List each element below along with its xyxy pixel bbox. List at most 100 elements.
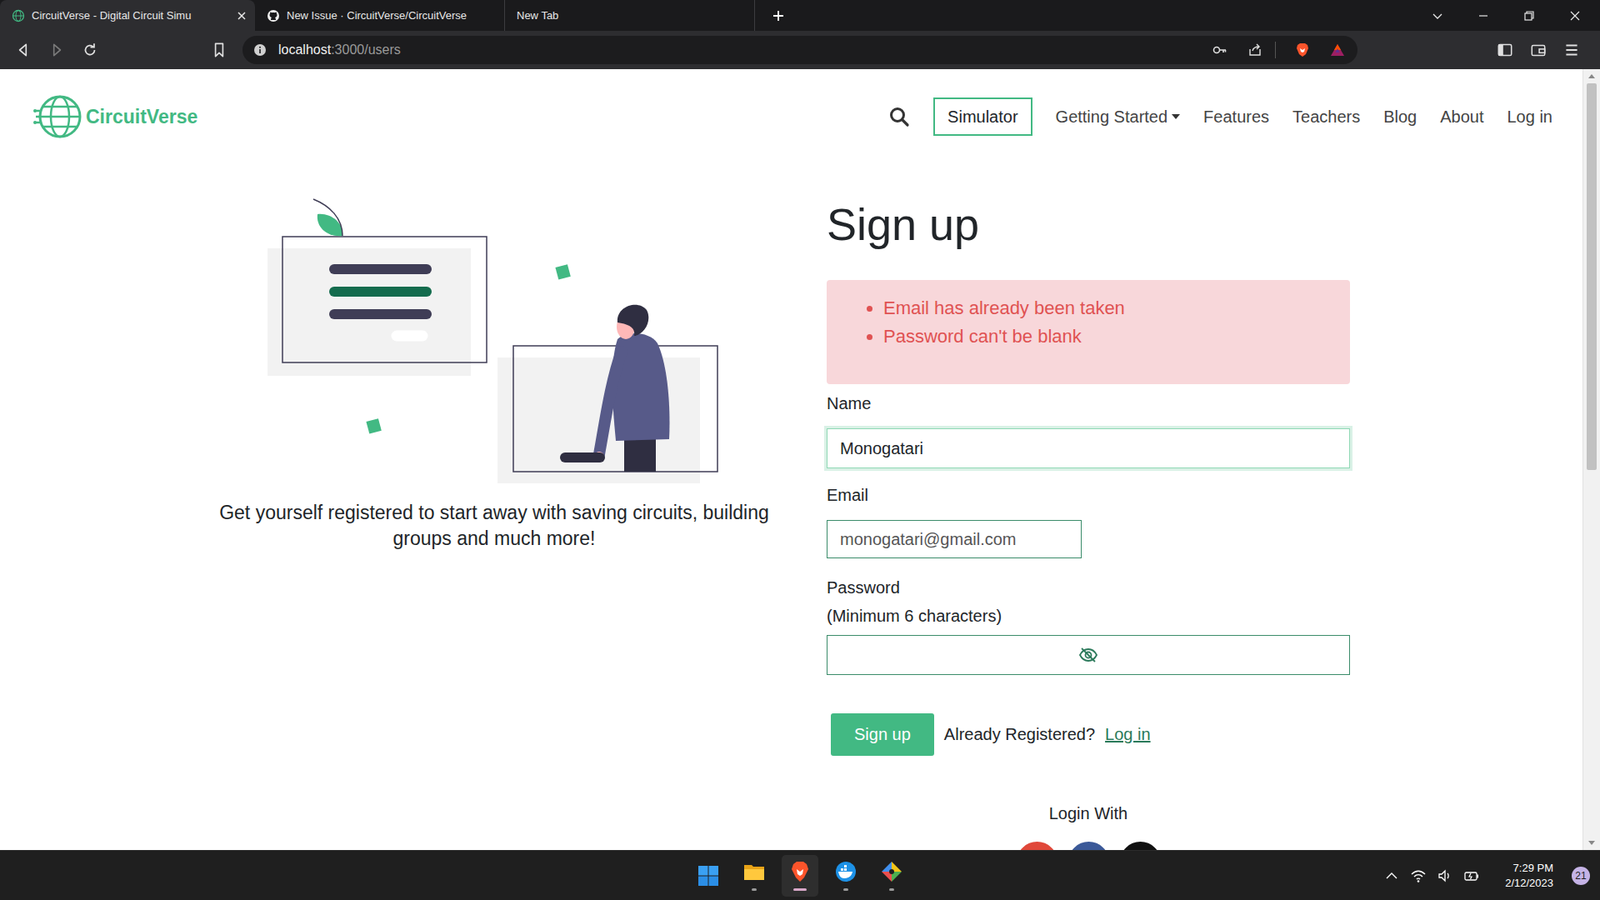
close-tab-icon[interactable] (236, 10, 247, 21)
social-login-button[interactable] (1120, 841, 1161, 850)
signup-section: Get yourself registered to start away wi… (0, 164, 1583, 850)
tab-strip-spacer (785, 0, 1431, 31)
site-info-icon[interactable] (253, 43, 267, 57)
taskbar: 7:29 PM2/12/2023 21 (0, 850, 1600, 900)
page: CircuitVerse Simulator Getting Started Feat… (0, 69, 1583, 850)
screen: CircuitVerse - Digital Circuit Simu New I… (0, 0, 1600, 900)
error-alert: Email has already been takenPassword can… (826, 280, 1350, 385)
menu-icon[interactable] (1557, 40, 1586, 60)
nav-link[interactable]: Features (1203, 107, 1270, 127)
nav-link[interactable]: Log in (1507, 107, 1554, 127)
text-input[interactable]: Monogatari (826, 428, 1350, 469)
tab-strip: CircuitVerse - Digital Circuit Simu New I… (0, 0, 1600, 31)
browser-tab[interactable]: CircuitVerse - Digital Circuit Simu (0, 0, 255, 31)
github-favicon-icon (266, 9, 280, 23)
nav-link[interactable]: Blog (1383, 107, 1417, 127)
volume-icon[interactable] (1436, 867, 1454, 885)
page-viewport: CircuitVerse Simulator Getting Started Feat… (0, 69, 1600, 850)
close-window-icon[interactable] (1568, 9, 1582, 23)
scrollbar-thumb[interactable] (1586, 83, 1597, 470)
social-login: Login With (826, 803, 1350, 850)
hero: Get yourself registered to start away wi… (194, 197, 795, 552)
signup-button[interactable]: Sign up (830, 713, 935, 756)
nav-link[interactable]: Getting Started (1055, 107, 1181, 127)
reload-icon[interactable] (75, 40, 105, 60)
tagline: Get yourself registered to start away wi… (194, 500, 795, 552)
brave-rewards-icon[interactable] (1329, 41, 1346, 59)
new-tab-icon[interactable] (771, 9, 785, 23)
running-indicator (751, 888, 757, 891)
back-icon[interactable] (9, 40, 38, 60)
nav-link[interactable]: About (1440, 107, 1484, 127)
file-explorer-button[interactable] (735, 855, 773, 897)
form-actions: Sign up Already Registered? Log in (826, 713, 1350, 756)
restore-icon[interactable] (1522, 9, 1536, 23)
form-title: Sign up (826, 197, 1350, 252)
taskbar-apps (0, 855, 910, 897)
start-button[interactable] (690, 855, 727, 897)
text-input[interactable] (826, 635, 1350, 675)
form-field: Password(Minimum 6 characters) (826, 573, 1350, 675)
eye-slash-icon[interactable] (1078, 645, 1099, 665)
nav-links: Simulator Getting Started Features Teachers… (888, 97, 1553, 136)
field-label: Name (826, 391, 871, 415)
wallet-icon[interactable] (1524, 40, 1553, 60)
tab-search-icon[interactable] (1430, 9, 1445, 23)
battery-icon[interactable] (1463, 867, 1480, 885)
active-indicator (793, 888, 807, 891)
simulator-button[interactable]: Simulator (933, 97, 1032, 136)
navbar: CircuitVerse Simulator Getting Started Feat… (0, 69, 1583, 165)
input-value: monogatari@gmail.com (840, 530, 1017, 550)
nav-link[interactable]: Teachers (1292, 107, 1360, 127)
share-icon[interactable] (1246, 41, 1264, 59)
logo-text: CircuitVerse (85, 105, 198, 129)
scroll-down-icon[interactable] (1588, 840, 1595, 845)
dropdown-caret-icon (1171, 114, 1180, 120)
input-value: Monogatari (840, 439, 924, 459)
brave-icon (788, 860, 812, 884)
login-link[interactable]: Log in (1105, 725, 1151, 745)
signup-illustration (267, 197, 722, 485)
social-login-button[interactable] (1016, 841, 1058, 850)
login-prompt: Already Registered? (944, 725, 1095, 745)
scrollbar[interactable] (1582, 69, 1600, 850)
error-item: Password can't be blank (883, 322, 1330, 351)
running-indicator (889, 888, 895, 891)
windows-icon (696, 864, 720, 888)
url-host: localhost (278, 42, 331, 57)
url-path: :3000/users (330, 42, 401, 57)
circuitverse-favicon-icon (11, 9, 25, 23)
tab-title: CircuitVerse - Digital Circuit Simu (31, 9, 230, 22)
address-bar[interactable]: localhost:3000/users (242, 35, 1358, 65)
clock-time: 7:29 PM (1513, 860, 1554, 876)
minimize-icon[interactable] (1476, 9, 1490, 23)
social-login-button[interactable] (1068, 841, 1110, 850)
bookmark-icon[interactable] (205, 40, 234, 60)
sidebar-icon[interactable] (1490, 40, 1520, 60)
scroll-up-icon[interactable] (1588, 74, 1595, 79)
logo[interactable]: CircuitVerse (32, 90, 198, 143)
docker-button[interactable] (827, 855, 865, 897)
brave-button[interactable] (781, 855, 819, 897)
brave-shields-icon[interactable] (1294, 41, 1311, 59)
error-item: Email has already been taken (883, 294, 1330, 323)
notification-badge[interactable]: 21 (1571, 866, 1590, 885)
text-input[interactable]: monogatari@gmail.com (826, 520, 1082, 559)
field-hint: (Minimum 6 characters) (826, 601, 1002, 630)
url-text: localhost:3000/users (278, 42, 1194, 58)
tab-title: New Tab (516, 9, 746, 22)
browser-tab[interactable]: New Tab (505, 0, 755, 31)
chevron-up-icon[interactable] (1383, 867, 1400, 885)
browser-tab[interactable]: New Issue · CircuitVerse/CircuitVerse (255, 0, 505, 31)
system-tray: 7:29 PM2/12/2023 21 (1383, 860, 1600, 891)
circuit-globe-icon (32, 90, 85, 143)
key-icon[interactable] (1211, 41, 1229, 59)
search-icon[interactable] (888, 105, 910, 128)
clock[interactable]: 7:29 PM2/12/2023 (1505, 860, 1554, 891)
address-separator (1275, 41, 1276, 59)
signup-form: Sign upEmail has already been takenPassw… (826, 197, 1350, 850)
git-tool-button[interactable] (873, 855, 910, 897)
wifi-icon[interactable] (1410, 867, 1427, 885)
social-providers (1016, 841, 1161, 850)
forward-icon[interactable] (42, 40, 71, 60)
